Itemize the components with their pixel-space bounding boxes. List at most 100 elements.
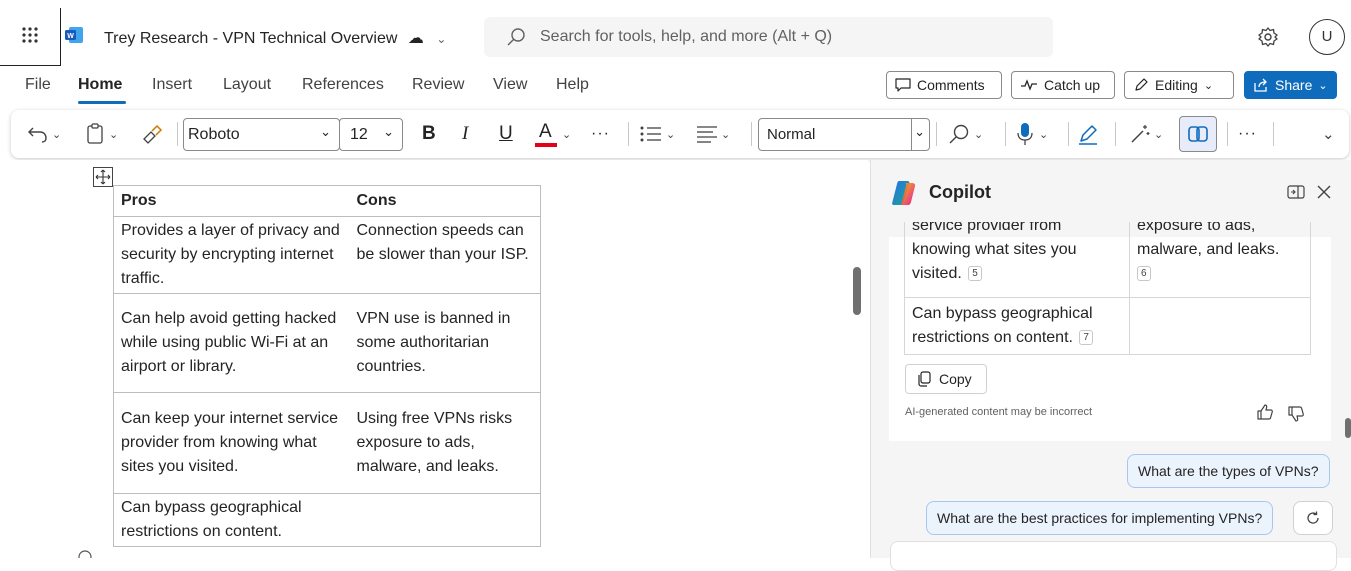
tab-layout[interactable]: Layout	[223, 76, 271, 94]
table-row: Can keep your internet service provider …	[113, 392, 541, 494]
search-placeholder: Search for tools, help, and more (Alt + …	[540, 28, 833, 45]
more-options-button[interactable]: ···	[1238, 110, 1257, 158]
font-size-dropdown[interactable]: 12 ⌄	[339, 118, 403, 151]
app-launcher-button[interactable]	[0, 8, 61, 66]
expand-ribbon-chevron-icon[interactable]: ⌄	[1322, 110, 1335, 158]
citation-badge[interactable]: 6	[1137, 266, 1151, 282]
align-button[interactable]: ⌄	[696, 110, 730, 158]
refresh-suggestions-button[interactable]	[1293, 501, 1333, 535]
chevron-down-icon: ⌄	[383, 124, 394, 139]
copilot-icon	[1188, 126, 1208, 142]
thumbs-down-icon[interactable]	[1287, 405, 1305, 423]
style-name-value: Normal	[767, 126, 816, 143]
user-avatar[interactable]: U	[1309, 19, 1345, 55]
references-toggle[interactable]: ▸ ▸	[904, 434, 954, 441]
copilot-chat-input[interactable]	[890, 541, 1337, 571]
tab-review[interactable]: Review	[412, 76, 464, 94]
find-button[interactable]: ⌄	[948, 110, 983, 158]
font-name-dropdown[interactable]: Roboto ⌄	[183, 118, 340, 151]
svg-text:W: W	[67, 33, 74, 40]
italic-button[interactable]: I	[462, 110, 468, 158]
search-icon	[507, 28, 525, 46]
copilot-scrollbar[interactable]	[1345, 418, 1351, 438]
copy-label: Copy	[939, 371, 972, 387]
bullet-list-icon	[640, 126, 661, 142]
toolbar-divider	[177, 122, 178, 146]
copilot-toolbar-button[interactable]	[1179, 116, 1217, 152]
font-color-icon: A	[534, 119, 558, 149]
undo-button[interactable]: ⌄	[27, 110, 61, 158]
comments-button[interactable]: Comments	[886, 71, 1002, 99]
styles-dropdown[interactable]: Normal ⌄	[758, 118, 930, 151]
pop-out-icon[interactable]	[1287, 184, 1305, 200]
format-painter-button[interactable]	[141, 110, 163, 158]
document-scrollbar[interactable]	[853, 267, 861, 315]
cell-text: service provider from knowing what sites…	[912, 222, 1077, 282]
chevron-down-icon: ⌄	[1318, 79, 1328, 92]
font-color-button[interactable]: A ⌄	[534, 110, 571, 158]
table-cell[interactable]	[349, 493, 541, 547]
paste-button[interactable]: ⌄	[85, 110, 118, 158]
ribbon-toolbar: ⌄ ⌄ Roboto ⌄ 12 ⌄ B I U A ⌄ ··· ⌄ ⌄ Norm…	[11, 110, 1349, 158]
share-button[interactable]: Share ⌄	[1244, 71, 1337, 99]
citation-badge[interactable]: 7	[1079, 330, 1093, 346]
catch-up-button[interactable]: Catch up	[1011, 71, 1115, 99]
pencil-icon	[1135, 78, 1148, 91]
table-row: Can help avoid getting hacked while usin…	[113, 293, 541, 393]
more-font-options-button[interactable]: ···	[591, 110, 610, 158]
chevron-down-icon: ⌄	[666, 128, 676, 141]
chevron-down-icon[interactable]: ⌄	[436, 32, 446, 46]
editing-mode-button[interactable]: Editing ⌄	[1124, 71, 1234, 99]
pros-cons-table[interactable]: Pros Cons Provides a layer of privacy an…	[113, 185, 541, 547]
comment-marker-icon[interactable]	[76, 548, 94, 558]
table-cell: Can bypass geographical restrictions on …	[904, 297, 1130, 355]
table-cell[interactable]: VPN use is banned in some authoritarian …	[349, 293, 541, 393]
copilot-title: Copilot	[929, 182, 991, 202]
tab-file[interactable]: File	[25, 76, 51, 94]
suggested-prompt-best-practices[interactable]: What are the best practices for implemen…	[926, 501, 1274, 535]
underline-button[interactable]: U	[499, 110, 513, 158]
toolbar-divider	[936, 122, 937, 146]
close-icon[interactable]	[1316, 184, 1332, 200]
ai-disclaimer: AI-generated content may be incorrect	[905, 406, 1093, 418]
chevron-down-icon: ⌄	[974, 128, 984, 141]
title-bar: W Trey Research - VPN Technical Overview…	[0, 0, 1351, 68]
chevron-down-icon: ⌄	[562, 128, 572, 141]
suggested-prompt-vpn-types[interactable]: What are the types of VPNs?	[1127, 454, 1330, 488]
active-tab-indicator	[78, 101, 126, 104]
tab-references[interactable]: References	[302, 76, 384, 94]
editor-button[interactable]	[1077, 110, 1099, 158]
citation-badge[interactable]: 5	[968, 266, 982, 282]
table-move-handle[interactable]	[93, 167, 113, 187]
copilot-logo-icon	[892, 181, 916, 205]
thumbs-up-icon[interactable]	[1256, 403, 1274, 421]
bullets-button[interactable]: ⌄	[639, 110, 675, 158]
refresh-icon	[1307, 511, 1319, 524]
table-cell[interactable]: Using free VPNs risks exposure to ads, m…	[349, 392, 541, 494]
tab-home[interactable]: Home	[78, 76, 122, 94]
cons-header: Cons	[349, 185, 541, 217]
font-color-letter: A	[539, 121, 552, 142]
share-label: Share	[1275, 77, 1313, 93]
bold-button[interactable]: B	[422, 110, 436, 158]
tab-view[interactable]: View	[493, 76, 527, 94]
chevron-down-icon: ⌄	[721, 128, 731, 141]
search-box[interactable]: Search for tools, help, and more (Alt + …	[484, 17, 1053, 57]
copy-button[interactable]: Copy	[905, 364, 987, 394]
designer-button[interactable]: ⌄	[1129, 110, 1163, 158]
tab-insert[interactable]: Insert	[152, 76, 192, 94]
share-icon	[1254, 78, 1267, 92]
table-cell[interactable]: Can keep your internet service provider …	[113, 392, 350, 494]
dictate-button[interactable]: ⌄	[1017, 110, 1048, 158]
tab-help[interactable]: Help	[556, 76, 589, 94]
table-cell[interactable]: Can help avoid getting hacked while usin…	[113, 293, 350, 393]
pros-header: Pros	[113, 185, 350, 217]
magic-wand-icon	[1131, 125, 1150, 143]
table-cell[interactable]: Provides a layer of privacy and security…	[113, 216, 350, 294]
table-cell[interactable]: Can bypass geographical restrictions on …	[113, 493, 350, 547]
document-title[interactable]: Trey Research - VPN Technical Overview ☁…	[104, 28, 446, 48]
table-cell[interactable]: Connection speeds can be slower than you…	[349, 216, 541, 294]
font-name-value: Roboto	[188, 126, 240, 143]
table-row: Provides a layer of privacy and security…	[113, 216, 541, 294]
settings-gear-icon[interactable]	[1257, 26, 1279, 48]
